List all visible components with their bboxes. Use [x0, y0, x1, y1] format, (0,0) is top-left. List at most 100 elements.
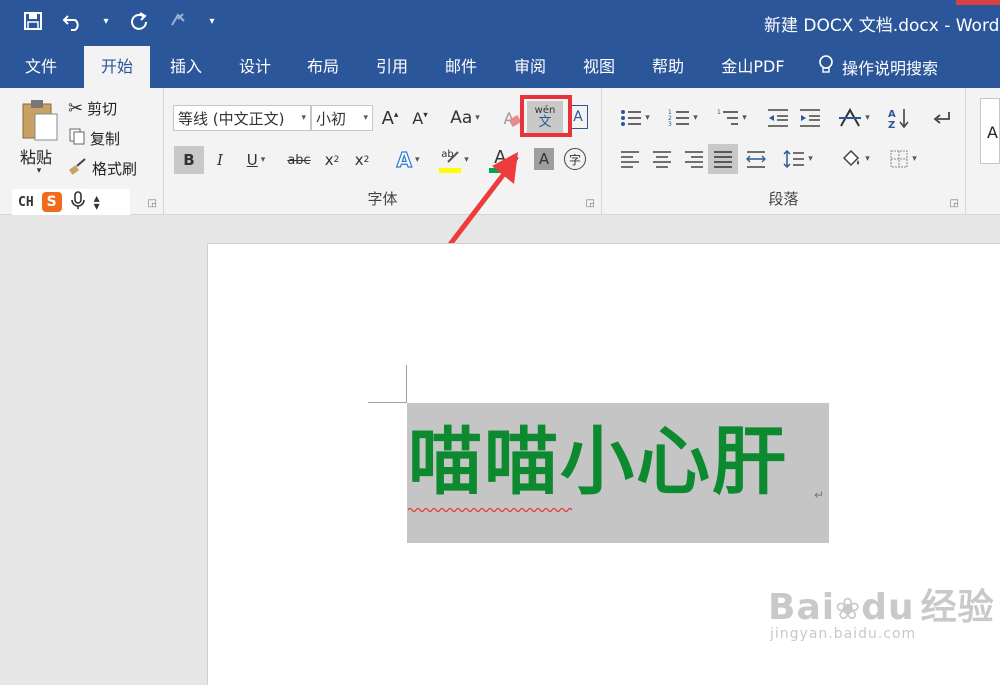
- multilevel-list-button[interactable]: 1 ▾: [712, 104, 752, 132]
- tell-me-label: 操作说明搜索: [842, 59, 939, 78]
- underline-button[interactable]: U ▾: [238, 146, 274, 174]
- italic-label: I: [217, 151, 223, 169]
- superscript-button[interactable]: x2: [350, 146, 374, 174]
- align-left-button[interactable]: [616, 145, 644, 173]
- tab-review[interactable]: 审阅: [500, 46, 560, 88]
- strikethrough-button[interactable]: abc: [284, 146, 314, 174]
- align-left-icon: [621, 151, 639, 168]
- annotation-highlight-box: [520, 95, 572, 137]
- bold-button[interactable]: B: [174, 146, 204, 174]
- sogou-icon[interactable]: S: [41, 192, 62, 212]
- tab-design[interactable]: 设计: [226, 46, 284, 88]
- customize-qat-icon[interactable]: ▾: [206, 8, 218, 34]
- save-icon[interactable]: [20, 8, 46, 34]
- lightbulb-icon: [818, 55, 834, 79]
- chevron-down-icon: ▾: [260, 155, 266, 165]
- undo-icon[interactable]: [60, 8, 86, 34]
- format-painter-icon: [68, 157, 88, 179]
- paste-button[interactable]: [16, 96, 62, 144]
- tab-insert[interactable]: 插入: [156, 46, 216, 88]
- enclose-characters-icon: 字: [568, 152, 581, 167]
- tab-file[interactable]: 文件: [12, 46, 70, 88]
- change-case-label: Aa: [450, 108, 473, 128]
- font-name-combo[interactable]: 等线 (中文正文) ▾: [173, 105, 311, 131]
- copy-button[interactable]: 复制: [68, 126, 120, 150]
- character-shading-button[interactable]: A: [534, 148, 554, 170]
- font-size-combo[interactable]: 小初 ▾: [311, 105, 373, 131]
- shrink-font-button[interactable]: A▾: [408, 105, 432, 131]
- watermark-brand-du: du: [861, 587, 915, 628]
- style-preview-label: A: [987, 123, 998, 142]
- borders-icon: [890, 150, 908, 168]
- tab-home[interactable]: 开始: [84, 46, 150, 88]
- numbering-button[interactable]: 123 ▾: [664, 104, 702, 132]
- styles-group: A: [976, 88, 1000, 215]
- justify-button[interactable]: [708, 144, 738, 174]
- align-right-button[interactable]: [680, 145, 708, 173]
- margin-corner-mark: [406, 365, 407, 403]
- svg-text:Z: Z: [888, 120, 895, 129]
- grow-font-button[interactable]: A▴: [378, 105, 402, 131]
- chevron-down-icon: ▾: [301, 113, 306, 123]
- tab-help[interactable]: 帮助: [638, 46, 698, 88]
- format-painter-button[interactable]: 格式刷: [68, 156, 137, 180]
- chevron-down-icon: ▾: [865, 154, 870, 164]
- undo-dropdown-icon[interactable]: ▾: [100, 8, 112, 34]
- align-center-icon: [653, 151, 671, 168]
- chevron-down-icon: ▾: [363, 113, 368, 123]
- style-preview[interactable]: A: [980, 98, 1000, 164]
- tab-references[interactable]: 引用: [362, 46, 422, 88]
- distributed-button[interactable]: [742, 145, 770, 173]
- redo-icon[interactable]: [126, 8, 152, 34]
- chevron-down-icon: ▾: [645, 113, 650, 123]
- tab-layout[interactable]: 布局: [294, 46, 352, 88]
- paste-dropdown-icon[interactable]: ▾: [32, 164, 46, 178]
- tab-mailings[interactable]: 邮件: [432, 46, 490, 88]
- font-group-label: 字体: [367, 190, 398, 208]
- svg-text:A: A: [888, 109, 896, 120]
- paragraph-launcher-icon[interactable]: ◲: [950, 198, 959, 209]
- bullets-button[interactable]: ▾: [616, 104, 654, 132]
- document-body-text[interactable]: 喵喵小心肝: [408, 418, 788, 507]
- paragraph-mark: ↵: [814, 488, 825, 502]
- copy-label: 复制: [90, 129, 121, 148]
- font-name-value: 等线 (中文正文): [178, 109, 285, 128]
- shading-button[interactable]: ▾: [834, 145, 876, 173]
- borders-button[interactable]: ▾: [882, 145, 924, 173]
- subscript-button[interactable]: x2: [320, 146, 344, 174]
- touch-mode-icon[interactable]: [166, 8, 192, 34]
- font-launcher-icon[interactable]: ◲: [586, 198, 595, 209]
- microphone-icon[interactable]: [70, 190, 86, 214]
- clear-formatting-button[interactable]: A: [498, 105, 521, 131]
- tab-kingsoft-pdf[interactable]: 金山PDF: [708, 46, 798, 88]
- tell-me-search[interactable]: 操作说明搜索: [818, 46, 938, 88]
- align-center-button[interactable]: [648, 145, 676, 173]
- format-painter-label: 格式刷: [92, 159, 138, 178]
- more-options-icon[interactable]: ▴ ▾: [94, 192, 100, 212]
- increase-indent-icon: [800, 109, 820, 127]
- tab-view[interactable]: 视图: [570, 46, 628, 88]
- increase-indent-button[interactable]: [796, 104, 824, 132]
- distributed-icon: [746, 151, 766, 168]
- change-case-button[interactable]: Aa ▾: [446, 105, 484, 131]
- chinese-layout-button[interactable]: ▾: [834, 104, 874, 132]
- paragraph-group: ▾ 123 ▾ 1 ▾ ▾ AZ ▾ ▾ ▾ 段落 ◲: [602, 88, 966, 215]
- svg-text:1: 1: [717, 109, 721, 116]
- line-spacing-button[interactable]: ▾: [778, 145, 818, 173]
- chinese-layout-icon: [839, 108, 862, 127]
- cut-button[interactable]: ✂ 剪切: [68, 96, 117, 120]
- show-marks-button[interactable]: [928, 104, 954, 132]
- multilevel-list-icon: 1: [717, 109, 739, 125]
- margin-corner-mark: [368, 402, 406, 403]
- ime-language-label[interactable]: CH: [18, 195, 34, 210]
- italic-button[interactable]: I: [208, 146, 232, 174]
- copy-icon: [68, 127, 86, 149]
- cut-label: 剪切: [87, 99, 118, 118]
- decrease-indent-button[interactable]: [764, 104, 792, 132]
- clipboard-launcher-icon[interactable]: ◲: [148, 198, 157, 209]
- enclose-characters-button[interactable]: 字: [564, 148, 586, 170]
- title-accent: [956, 0, 1000, 5]
- ribbon-tabs: 文件 开始 插入 设计 布局 引用 邮件 审阅 视图 帮助 金山PDF 操作说明…: [0, 46, 1000, 88]
- sort-button[interactable]: AZ: [886, 104, 912, 132]
- align-right-icon: [685, 151, 703, 168]
